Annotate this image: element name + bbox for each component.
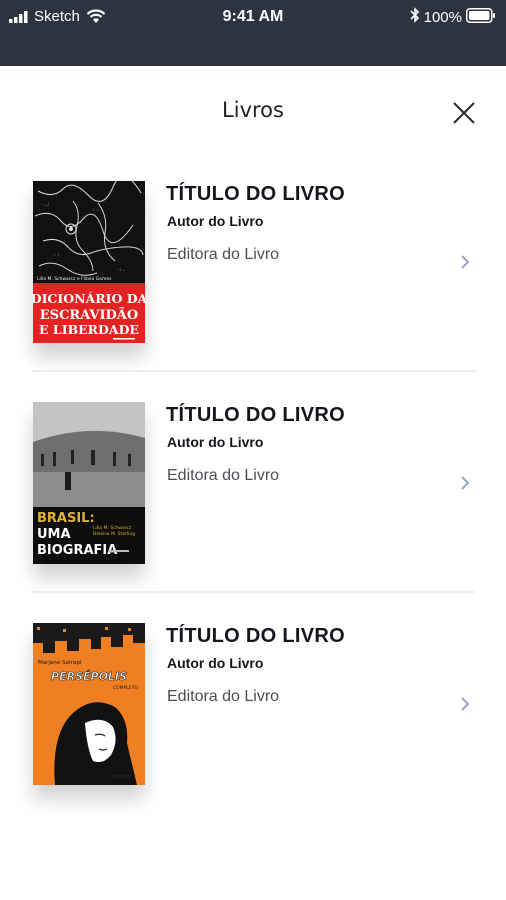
book-publisher: Editora do Livro — [167, 246, 280, 263]
chevron-right-icon — [461, 255, 470, 269]
cover-author: Lilia M. Schwarcz — [93, 525, 132, 531]
book-title: TÍTULO DO LIVRO — [166, 625, 345, 647]
battery-icon — [466, 7, 496, 27]
book-title: TÍTULO DO LIVRO — [166, 183, 345, 205]
chevron-right-icon — [461, 476, 470, 490]
book-item[interactable]: BRASIL: UMA BIOGRAFIA Lilia M. Schwarcz … — [0, 372, 506, 593]
svg-text:· ..:: · ..: — [41, 202, 49, 208]
close-button[interactable] — [449, 98, 479, 128]
bluetooth-icon — [410, 7, 420, 27]
svg-text:.· :: .· : — [53, 252, 60, 258]
cover-author: Heloisa M. Starling — [93, 531, 135, 537]
svg-text:: ·.: : ·. — [93, 207, 100, 213]
status-bar: Sketch 9:41 AM 100% — [0, 0, 506, 66]
cover-subtitle: COMPLETO — [113, 685, 138, 691]
battery-percent: 100% — [423, 8, 462, 26]
book-list: · ..: : ·. .· : ·: . Lilia M. Schwarcz e… — [0, 178, 506, 814]
book-author: Autor do Livro — [167, 655, 264, 671]
page-title: Livros — [222, 98, 284, 122]
cover-word: UMA — [37, 527, 71, 542]
book-cover: BRASIL: UMA BIOGRAFIA Lilia M. Schwarcz … — [33, 402, 145, 564]
book-cover: · ..: : ·. .· : ·: . Lilia M. Schwarcz e… — [33, 181, 145, 343]
status-right: 100% — [410, 7, 496, 27]
book-cover: Marjane Satrapi PERSÉPOLIS COMPLETO — [33, 623, 145, 785]
header: Livros — [0, 66, 506, 156]
book-item[interactable]: Marjane Satrapi PERSÉPOLIS COMPLETO TÍTU… — [0, 593, 506, 814]
book-author: Autor do Livro — [167, 213, 264, 229]
cover-main-line: DICIONÁRIO DA — [33, 291, 145, 306]
book-title: TÍTULO DO LIVRO — [166, 404, 345, 426]
cover-main-title: PERSÉPOLIS — [51, 670, 127, 683]
chevron-right-icon — [461, 697, 470, 711]
close-icon — [453, 102, 475, 124]
book-author: Autor do Livro — [167, 434, 264, 450]
cover-main-line: ESCRAVIDÃO — [40, 307, 138, 323]
svg-text:·: .: ·: . — [118, 267, 125, 273]
cover-main-line: E LIBERDADE — [39, 322, 139, 337]
book-publisher: Editora do Livro — [167, 467, 280, 484]
book-publisher: Editora do Livro — [167, 688, 280, 705]
cover-author: Marjane Satrapi — [38, 660, 82, 666]
cover-word: BRASIL: — [37, 511, 95, 526]
cover-top-text: Lilia M. Schwarcz e Flávio Gomes — [37, 275, 112, 282]
cover-word: BIOGRAFIA — [37, 543, 117, 558]
book-item[interactable]: · ..: : ·. .· : ·: . Lilia M. Schwarcz e… — [0, 178, 506, 372]
